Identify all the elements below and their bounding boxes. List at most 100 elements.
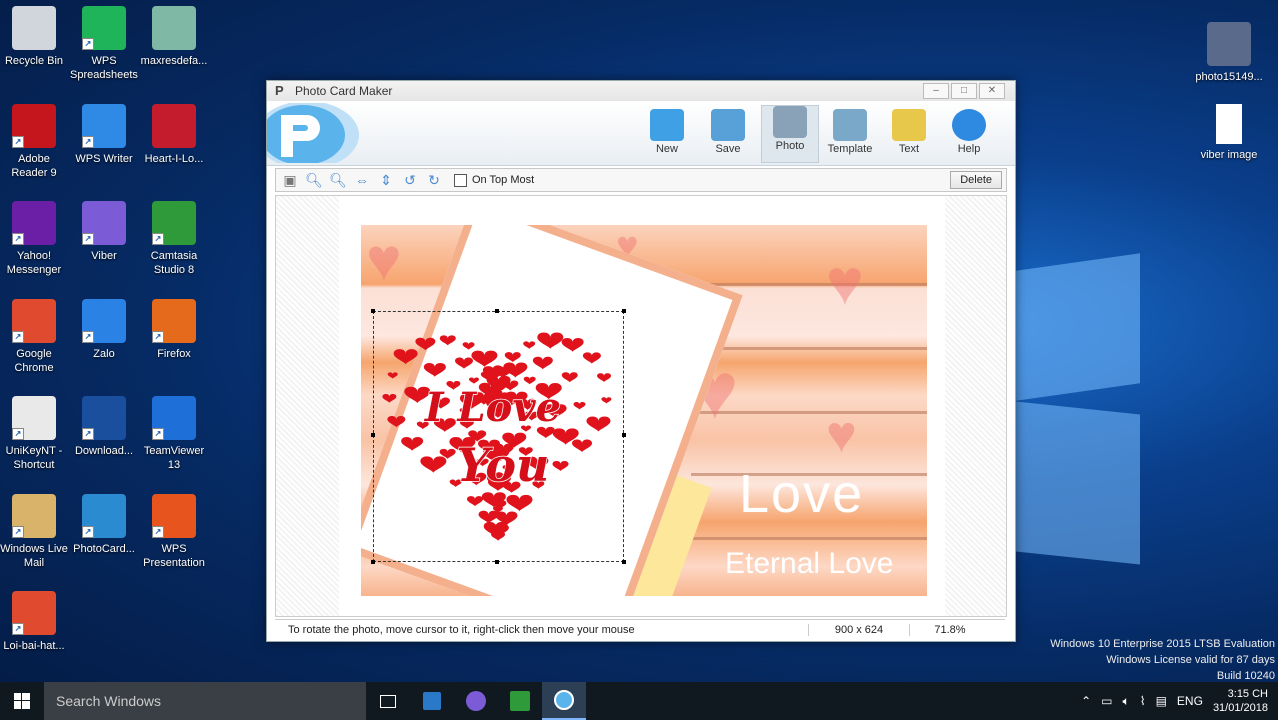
desktop-icon[interactable]: ↗ TeamViewer 13 (139, 396, 209, 472)
flip-vertical-icon[interactable]: ⇕ (376, 171, 396, 189)
taskbar-app-camtasia[interactable] (498, 682, 542, 720)
desktop-icon[interactable]: photo15149... (1194, 22, 1264, 84)
viber-icon (466, 691, 486, 711)
shortcut-arrow-icon: ↗ (82, 428, 94, 440)
desktop-icon[interactable]: ↗ Download... (69, 396, 139, 458)
desktop-icon[interactable]: viber image (1194, 104, 1264, 162)
desktop-icon-label: UniKeyNT - Shortcut (5, 445, 63, 471)
task-view-button[interactable] (366, 682, 410, 720)
resize-handle[interactable] (371, 560, 375, 564)
resize-handle[interactable] (622, 560, 626, 564)
desktop-icon[interactable]: ↗ WPS Presentation (139, 493, 209, 570)
desktop-icon[interactable]: ↗ Google Chrome (0, 298, 69, 375)
on-top-most-label: On Top Most (472, 174, 535, 186)
ribbon-button-new[interactable]: New (639, 109, 695, 161)
shortcut-arrow-icon: ↗ (82, 135, 94, 148)
rotate-right-icon[interactable]: ↻ (424, 171, 444, 189)
desktop-icon-label: Adobe Reader 9 (11, 152, 57, 179)
desktop-icon[interactable]: ↗ Zalo (69, 298, 139, 361)
desktop-icon-label: Viber (91, 250, 117, 262)
clock-time: 3:15 CH (1227, 688, 1268, 700)
photo-view-icon[interactable]: ▣ (280, 171, 300, 189)
rotate-left-icon[interactable]: ↺ (400, 171, 420, 189)
desktop-icon[interactable]: ↗ Loi-bai-hat... (0, 591, 69, 653)
desktop-icon[interactable]: ↗ Firefox (139, 298, 209, 361)
windows-evaluation-watermark: Windows 10 Enterprise 2015 LTSB Evaluati… (1050, 636, 1275, 684)
desktop-icon[interactable]: ↗ WPS Writer (69, 103, 139, 166)
shortcut-arrow-icon: ↗ (152, 233, 164, 245)
text-file-icon (1216, 104, 1242, 144)
resize-handle[interactable] (371, 309, 375, 313)
battery-icon[interactable]: ▭ (1101, 694, 1112, 708)
network-icon[interactable]: ⌇ (1140, 694, 1146, 708)
taskbar-app-viber[interactable] (454, 682, 498, 720)
resize-handle[interactable] (495, 309, 499, 313)
desktop-icon-label: Recycle Bin (4, 55, 64, 67)
language-indicator[interactable]: ENG (1177, 694, 1203, 708)
work-area: ♥ ♥ ♥ ♥ ♥ ove Love Eternal Love I Love Yo… (339, 196, 945, 616)
title-bar[interactable]: P Photo Card Maker – □ ✕ (267, 81, 1015, 101)
desktop-icon[interactable]: ↗ WPS Spreadsheets (69, 6, 139, 82)
desktop-icon[interactable]: ↗ UniKeyNT - Shortcut (0, 396, 69, 472)
desktop-icon-label: viber image (1200, 149, 1258, 161)
desktop-icon[interactable]: ↗ Adobe Reader 9 (0, 103, 69, 180)
folder-icon (650, 109, 684, 141)
clock-date: 31/01/2018 (1212, 702, 1268, 714)
resize-handle[interactable] (371, 433, 375, 437)
resize-handle[interactable] (495, 560, 499, 564)
taskbar-app-photocard[interactable] (542, 682, 586, 720)
app-icon (423, 692, 441, 710)
resize-handle[interactable] (622, 309, 626, 313)
zoom-in-icon[interactable]: 🔍︎ (328, 171, 348, 189)
desktop-icon[interactable]: maxresdefa... (139, 6, 209, 68)
camtasia-icon: ↗ (152, 201, 196, 245)
desktop-icon-label: WPS Spreadsheets (70, 55, 138, 81)
volume-icon[interactable]: 🔈︎ (1123, 694, 1130, 709)
ribbon-button-help[interactable]: Help (941, 109, 997, 161)
start-button[interactable] (0, 682, 44, 720)
desktop-icon-label: photo15149... (1195, 71, 1263, 83)
watermark-line: Windows License valid for 87 days (1106, 654, 1275, 666)
ribbon-button-label: New (655, 143, 678, 155)
taskbar-app-explorer[interactable] (410, 682, 454, 720)
chevron-up-icon[interactable]: ⌃ (1081, 694, 1091, 708)
delete-button[interactable]: Delete (950, 171, 1002, 189)
desktop-icon-label: Camtasia Studio 8 (150, 250, 198, 276)
card-stripe (691, 537, 927, 540)
save-icon (711, 109, 745, 141)
zoom-out-icon[interactable]: 🔍︎ (304, 171, 324, 189)
shortcut-arrow-icon: ↗ (12, 233, 24, 245)
selection-box[interactable] (371, 309, 626, 564)
card-stripe (691, 283, 927, 286)
search-box[interactable]: Search Windows (44, 682, 366, 720)
close-button[interactable]: ✕ (979, 83, 1005, 99)
desktop-icon[interactable]: ↗ PhotoCard... (69, 493, 139, 556)
desktop-icon[interactable]: ↗ Viber (69, 201, 139, 263)
on-top-most-checkbox[interactable] (454, 173, 467, 187)
desktop-icon-label: PhotoCard... (73, 542, 135, 555)
ribbon-button-label: Help (957, 143, 981, 155)
ribbon-button-template[interactable]: Template (822, 109, 878, 161)
camera-icon (773, 106, 807, 138)
desktop-icon-label: Zalo (93, 347, 115, 360)
desktop-icon[interactable]: ↗ Camtasia Studio 8 (139, 201, 209, 277)
status-message: To rotate the photo, move cursor to it, … (288, 624, 635, 636)
ribbon-button-text[interactable]: Text (881, 109, 937, 161)
minimize-button[interactable]: – (923, 83, 949, 99)
desktop-icon-label: Loi-bai-hat... (3, 640, 65, 652)
flip-horizontal-icon[interactable]: ⇔ (352, 171, 372, 189)
clock[interactable]: 3:15 CH 31/01/2018 (1213, 687, 1268, 715)
ribbon-button-photo[interactable]: Photo (761, 105, 819, 163)
desktop-icon[interactable]: Heart-I-Lo... (139, 103, 209, 166)
maximize-button[interactable]: □ (951, 83, 977, 99)
notification-icon[interactable]: ▤ (1156, 694, 1167, 708)
resize-handle[interactable] (622, 433, 626, 437)
shortcut-arrow-icon: ↗ (12, 525, 24, 538)
love-card[interactable]: ♥ ♥ ♥ ♥ ♥ ove Love Eternal Love I Love Yo… (361, 225, 927, 596)
desktop-icon-label: WPS Presentation (143, 542, 205, 569)
ribbon-button-save[interactable]: Save (700, 109, 756, 161)
desktop-icon[interactable]: ↗ Windows Live Mail (0, 493, 69, 570)
wallpaper-beam (1016, 401, 1140, 565)
desktop-icon[interactable]: Recycle Bin (0, 6, 69, 68)
desktop-icon[interactable]: ↗ Yahoo! Messenger (0, 201, 69, 277)
